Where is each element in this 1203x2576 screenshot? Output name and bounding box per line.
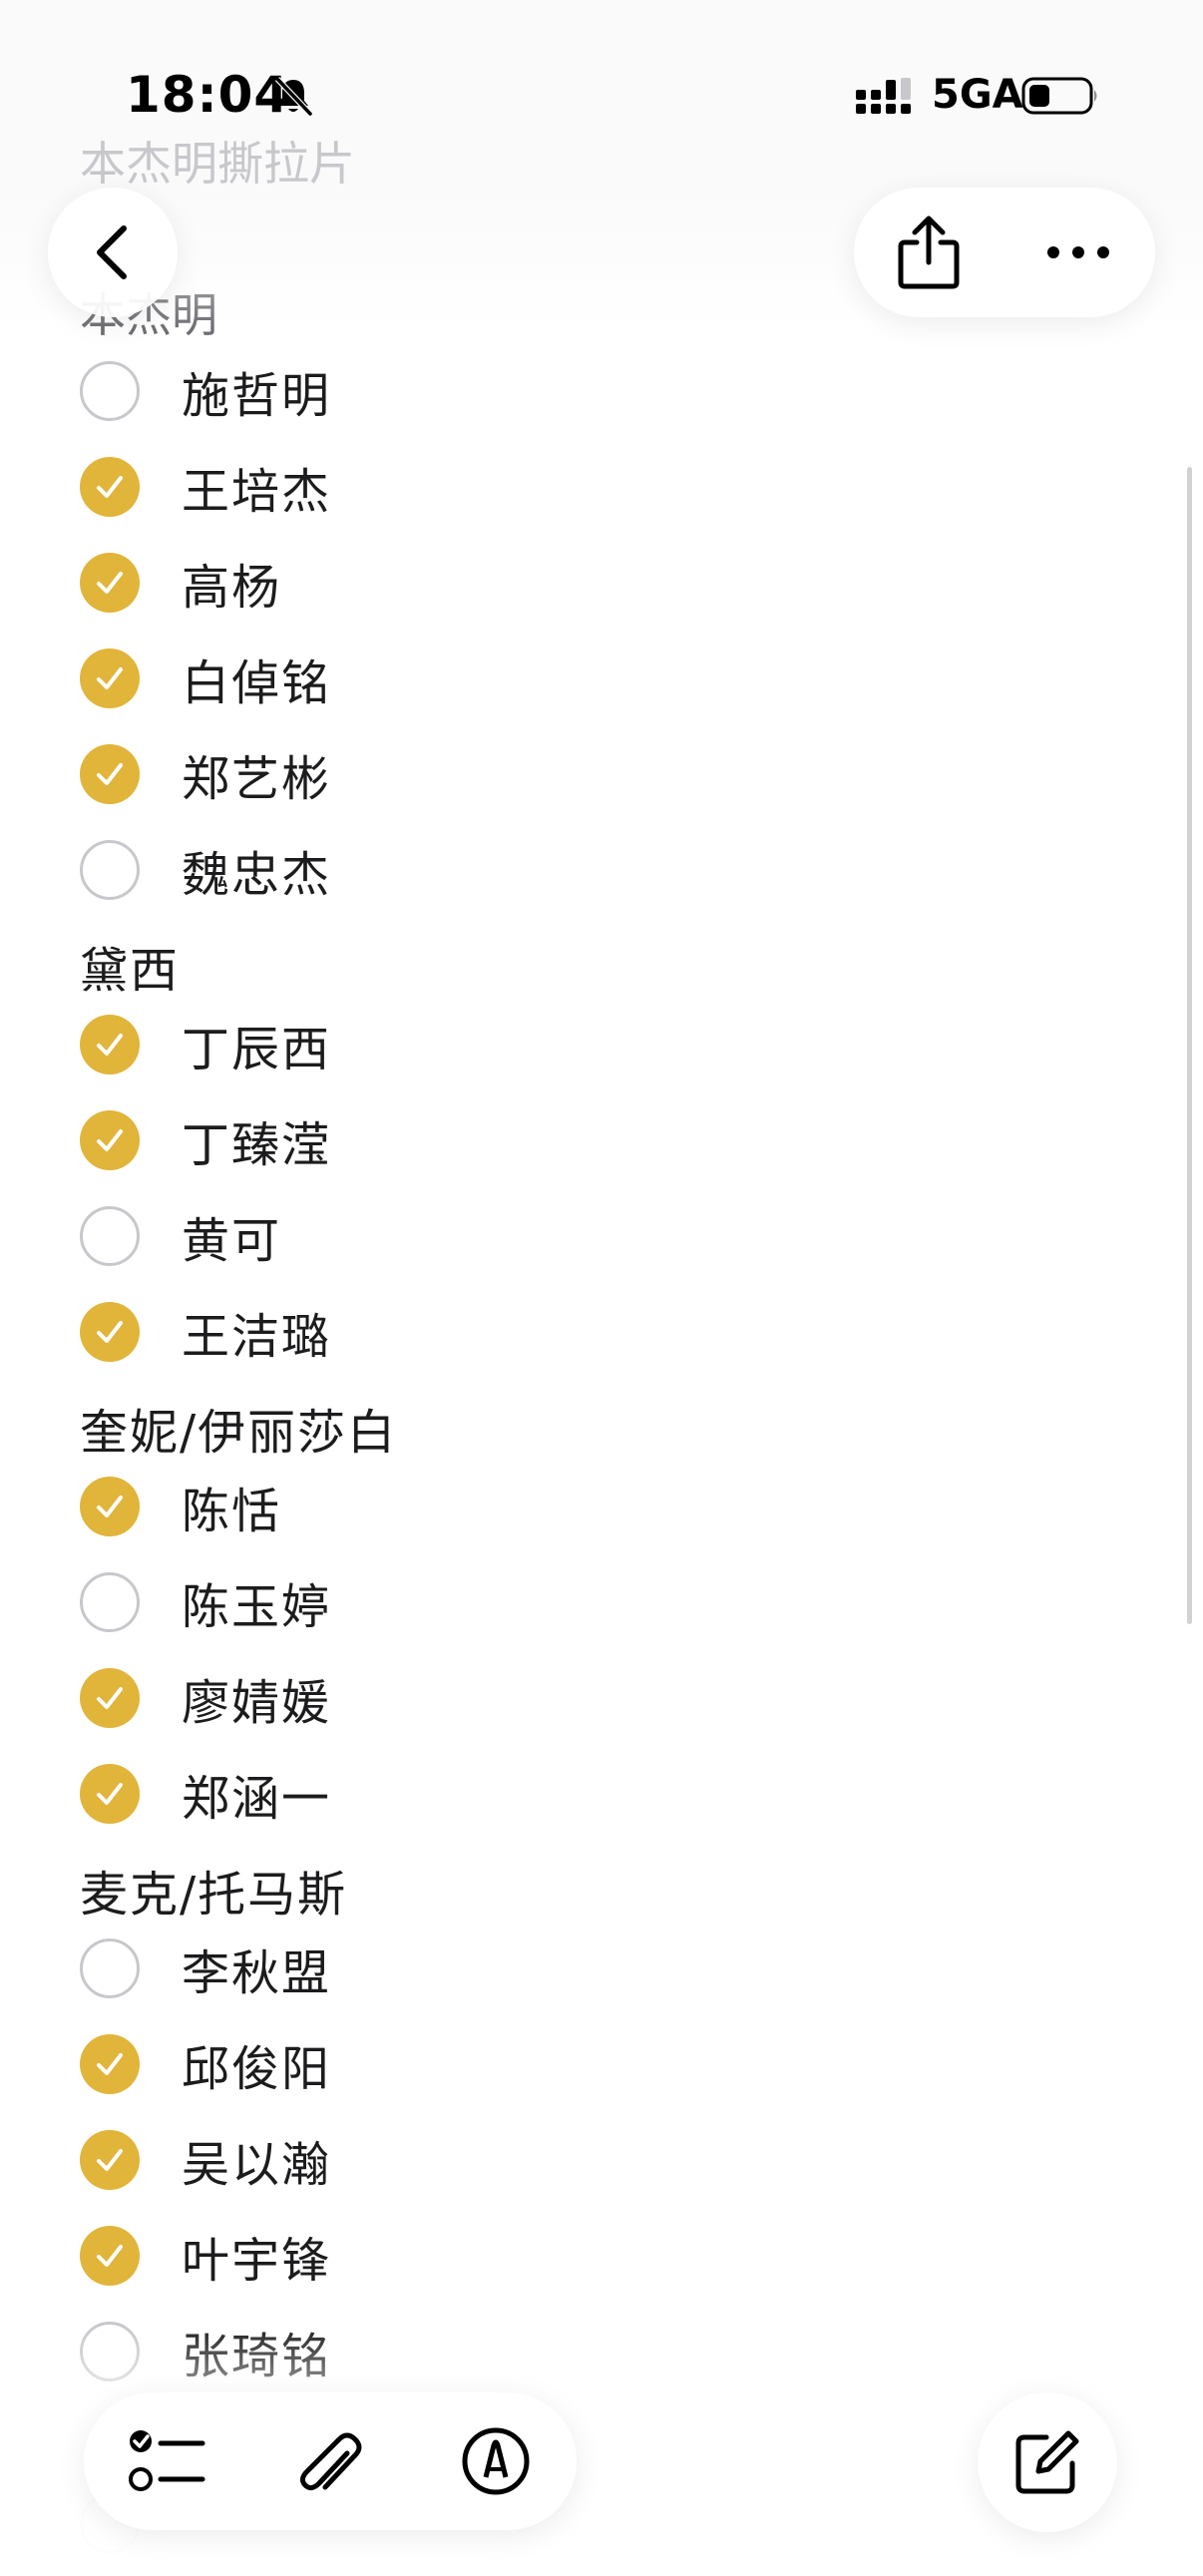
checkbox[interactable]	[80, 1764, 140, 1824]
section-header: 黛西	[80, 943, 181, 999]
checklist-icon	[129, 2430, 205, 2491]
checkbox[interactable]	[80, 1110, 140, 1170]
checklist-item-label[interactable]: 丁辰西	[182, 1010, 331, 1079]
checklist-item: 丁辰西	[80, 1010, 878, 1079]
checklist-item-label[interactable]: 李秋盟	[182, 1933, 331, 2003]
checkbox[interactable]	[80, 648, 140, 708]
checklist-item-label[interactable]: 陈玉婷	[182, 1567, 331, 1637]
bell-slash-icon	[274, 76, 313, 117]
checkbox[interactable]	[80, 2226, 140, 2286]
checkmark-icon	[97, 2053, 123, 2075]
checkmark-icon	[97, 667, 123, 689]
paperclip-icon	[299, 2432, 362, 2491]
checkmark-icon	[97, 2245, 123, 2267]
share-icon	[898, 215, 960, 289]
checklist-item-label[interactable]: 陈恬	[182, 1472, 281, 1541]
checklist-item: 张琦铭	[80, 2317, 878, 2386]
checklist-item: 邱俊阳	[80, 2029, 878, 2099]
checklist-item-label[interactable]: 张琦铭	[182, 2317, 331, 2386]
checkbox[interactable]	[80, 2322, 140, 2381]
checkbox[interactable]	[80, 744, 140, 804]
checklist-item-label[interactable]: 廖婧媛	[182, 1663, 331, 1733]
checklist-item: 叶宇锋	[80, 2221, 878, 2291]
checkmark-icon	[97, 2149, 123, 2171]
notes-app-screen: 本杰明 施哲明 王培杰 高杨 白倬铭 郑艺彬 魏忠杰 黛西 丁辰西 丁臻滢 黄可…	[0, 0, 1203, 2576]
checklist-item-label[interactable]: 高杨	[182, 548, 281, 618]
compose-button[interactable]	[978, 2392, 1117, 2532]
checkmark-icon	[97, 1034, 123, 1056]
checklist-item-label[interactable]: 邱俊阳	[182, 2029, 331, 2099]
checkmark-icon	[97, 1496, 123, 1517]
checklist-item-label[interactable]: 白倬铭	[182, 644, 331, 713]
checkmark-icon	[97, 572, 123, 594]
checklist-item-label[interactable]: 郑艺彬	[182, 739, 331, 809]
checklist-item-label[interactable]: 黄可	[182, 1201, 281, 1271]
markup-icon	[462, 2427, 530, 2495]
checkbox[interactable]	[80, 2034, 140, 2094]
more-button[interactable]	[1023, 198, 1133, 307]
checklist-item: 王培杰	[80, 452, 878, 522]
checklist-item: 吴以瀚	[80, 2125, 878, 2195]
checkmark-icon	[97, 476, 123, 498]
checklist-item: 郑艺彬	[80, 739, 878, 809]
markup-button[interactable]	[441, 2406, 551, 2516]
scroll-indicator[interactable]	[1187, 467, 1192, 1624]
checkmark-icon	[97, 1321, 123, 1343]
back-button[interactable]	[48, 188, 178, 317]
checkbox[interactable]	[80, 1302, 140, 1362]
checkmark-icon	[97, 1783, 123, 1805]
checkbox[interactable]	[80, 1938, 140, 1998]
share-button[interactable]	[874, 198, 984, 307]
checklist-item: 郑涵一	[80, 1759, 878, 1829]
checkbox[interactable]	[80, 1477, 140, 1536]
checkbox[interactable]	[80, 457, 140, 517]
checklist-item-label[interactable]: 叶宇锋	[182, 2221, 331, 2291]
section-header: 奎妮/伊丽莎白	[80, 1405, 398, 1461]
bottom-toolbar	[84, 2392, 577, 2530]
note-content: 本杰明 施哲明 王培杰 高杨 白倬铭 郑艺彬 魏忠杰 黛西 丁辰西 丁臻滢 黄可…	[0, 0, 1203, 2576]
checkbox[interactable]	[80, 2130, 140, 2190]
checklist-item-label[interactable]: 王洁璐	[182, 1297, 331, 1367]
checkmark-icon	[97, 1687, 123, 1709]
checklist-item: 李秋盟	[80, 1933, 878, 2003]
actions-pill	[854, 188, 1155, 317]
checkbox[interactable]	[80, 1572, 140, 1632]
checklist-item-label[interactable]: 王培杰	[182, 452, 331, 522]
checkbox[interactable]	[80, 553, 140, 613]
checklist-item: 施哲明	[80, 356, 878, 426]
section-header: 麦克/托马斯	[80, 1867, 348, 1923]
checklist-item: 高杨	[80, 548, 878, 618]
checklist-item-label[interactable]: 丁臻滢	[182, 1105, 331, 1175]
checklist-item: 魏忠杰	[80, 835, 878, 905]
checklist-item-label[interactable]: 施哲明	[182, 356, 331, 426]
battery-icon	[1021, 77, 1097, 115]
chevron-left-icon	[97, 225, 127, 279]
checklist-item: 陈恬	[80, 1472, 878, 1541]
checkmark-icon	[97, 763, 123, 785]
status-time: 18:04	[126, 66, 290, 124]
network-label: 5GA	[932, 72, 1023, 118]
status-bar: 18:04 5GA	[0, 0, 1203, 140]
more-icon	[1047, 246, 1109, 258]
checklist-item-label[interactable]: 魏忠杰	[182, 835, 331, 905]
checklist-item: 白倬铭	[80, 644, 878, 713]
checkbox[interactable]	[80, 840, 140, 900]
checklist-item: 廖婧媛	[80, 1663, 878, 1733]
checkbox[interactable]	[80, 361, 140, 421]
attach-button[interactable]	[275, 2406, 385, 2516]
checkmark-icon	[97, 1129, 123, 1151]
checklist-item: 陈玉婷	[80, 1567, 878, 1637]
checklist-item: 王洁璐	[80, 1297, 878, 1367]
checkbox[interactable]	[80, 1668, 140, 1728]
compose-icon	[1015, 2430, 1079, 2494]
signal-icon	[856, 78, 911, 114]
checklist-item: 黄可	[80, 1201, 878, 1271]
checklist-item-label[interactable]: 吴以瀚	[182, 2125, 331, 2195]
checklist-item-label[interactable]: 郑涵一	[182, 1759, 331, 1829]
checkbox[interactable]	[80, 1015, 140, 1074]
checkbox[interactable]	[80, 1206, 140, 1266]
checklist-item: 丁臻滢	[80, 1105, 878, 1175]
checklist-button[interactable]	[112, 2406, 221, 2516]
